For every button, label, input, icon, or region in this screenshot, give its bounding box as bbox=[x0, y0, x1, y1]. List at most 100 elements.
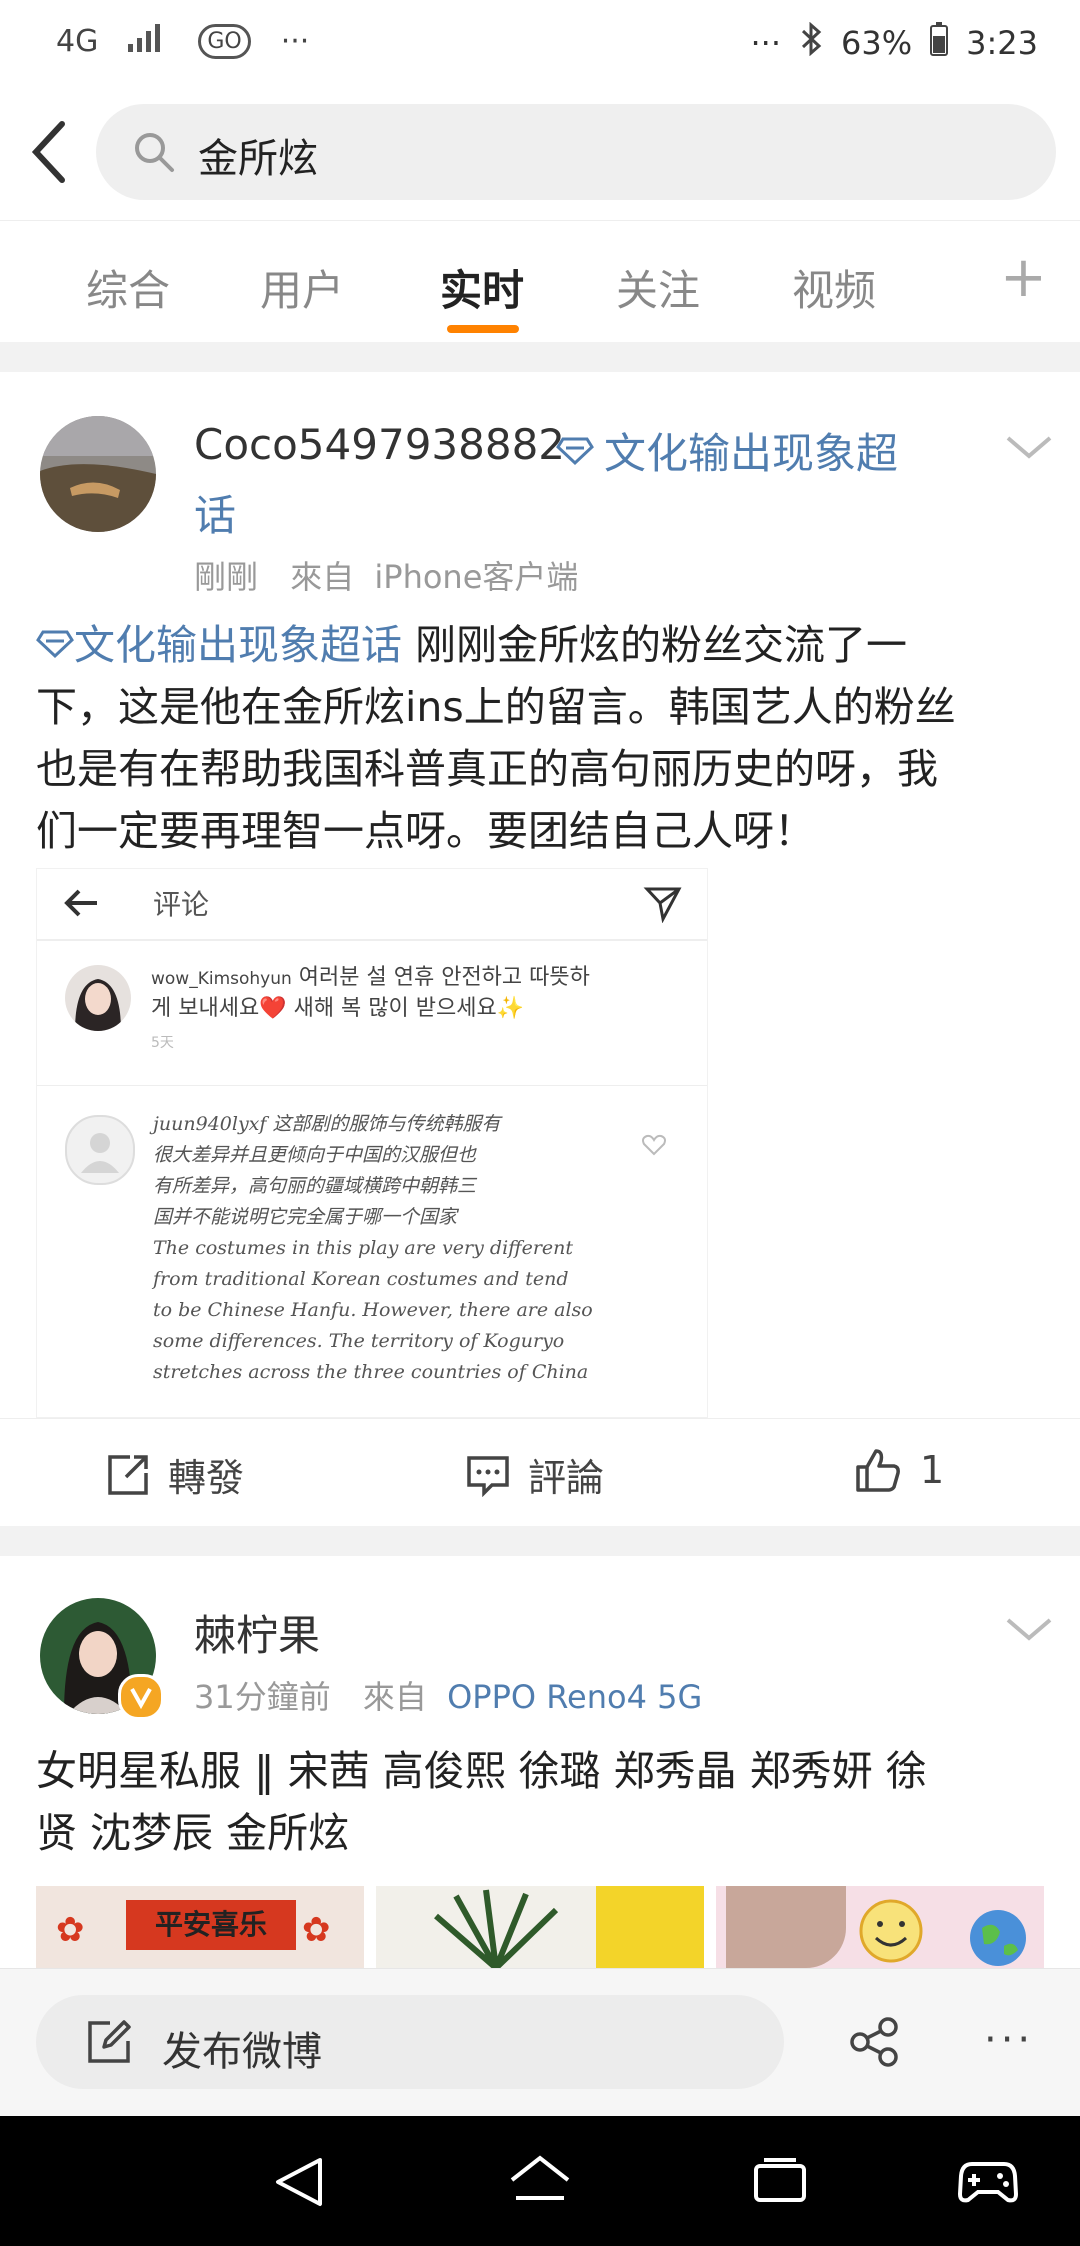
repost-button[interactable]: 轉發 bbox=[106, 1447, 244, 1502]
add-tab-icon[interactable]: + bbox=[1000, 245, 1047, 310]
flower-icon: ✿ bbox=[302, 1910, 331, 1950]
post-body-line: 女明星私服 ‖ 宋茜 高俊熙 徐璐 郑秀晶 郑秀妍 徐 bbox=[36, 1747, 927, 1795]
repost-label: 轉發 bbox=[168, 1456, 245, 1500]
comment-2-line: juun940lyxf 这部剧的服饰与传统韩服有 bbox=[153, 1113, 501, 1135]
search-query: 金所炫 bbox=[198, 136, 318, 182]
post-thumbnail[interactable]: 平安喜乐 ✿ ✿ bbox=[36, 1886, 364, 1968]
section-divider bbox=[0, 342, 1080, 372]
post-meta: 31分鐘前 來自 OPPO Reno4 5G bbox=[194, 1672, 702, 1718]
more-icon[interactable]: ··· bbox=[984, 2017, 1034, 2063]
clock: 3:23 bbox=[966, 24, 1038, 62]
back-arrow-icon bbox=[31, 121, 65, 183]
compose-bar: 发布微博 ··· bbox=[0, 1968, 1080, 2117]
nav-back-icon[interactable] bbox=[272, 2154, 328, 2214]
verified-badge bbox=[118, 1674, 164, 1720]
more-status-icon: ··· bbox=[750, 24, 782, 62]
game-controller-icon[interactable] bbox=[957, 2156, 1019, 2212]
avatar[interactable] bbox=[40, 416, 156, 532]
like-count: 1 bbox=[920, 1448, 945, 1492]
status-bar: 4G GO ··· ··· 63% 3:23 bbox=[0, 0, 1080, 92]
signal-icon bbox=[128, 22, 168, 60]
thumbnail-caption: 平安喜乐 bbox=[126, 1900, 296, 1950]
embed-back-icon bbox=[61, 885, 101, 925]
comment-2-line: some differences. The territory of Kogur… bbox=[153, 1330, 565, 1352]
network-indicator: 4G bbox=[56, 23, 99, 59]
body-topic-link[interactable]: 文化输出现象超话 bbox=[36, 621, 402, 669]
post-time: 31分鐘前 bbox=[194, 1678, 331, 1716]
tab-video[interactable]: 视频 bbox=[792, 257, 876, 318]
post-body-line: 文化输出现象超话 刚刚金所炫的粉丝交流了一 bbox=[36, 614, 1046, 676]
comment-1-user: wow_Kimsohyun bbox=[151, 969, 292, 989]
chevron-down-icon[interactable] bbox=[1004, 432, 1054, 462]
search-header: 金所炫 bbox=[0, 92, 1080, 220]
post-body-line: 下，这是他在金所炫ins上的留言。韩国艺人的粉丝 bbox=[36, 683, 956, 731]
body-text-segment: 刚刚金所炫的粉丝交流了一 bbox=[402, 621, 908, 669]
search-input[interactable]: 金所炫 bbox=[96, 104, 1056, 200]
smiley-icon bbox=[859, 1899, 923, 1963]
source-prefix: 來自 bbox=[290, 558, 355, 596]
tab-users[interactable]: 用户 bbox=[260, 257, 344, 318]
repost-icon bbox=[108, 1454, 148, 1495]
chevron-down-icon[interactable] bbox=[1004, 1614, 1054, 1644]
embed-send-icon bbox=[643, 883, 683, 927]
comment-2-line: to be Chinese Hanfu. However, there are … bbox=[153, 1299, 593, 1321]
globe-icon bbox=[970, 1910, 1026, 1966]
body-topic-text: 文化输出现象超话 bbox=[74, 621, 402, 669]
system-nav-bar bbox=[0, 2116, 1080, 2246]
comment-1-text-cont: 게 보내세요❤️ 새해 복 많이 받으세요✨ bbox=[151, 996, 525, 1021]
flower-icon: ✿ bbox=[56, 1910, 85, 1950]
post-topic-link[interactable]: 文化输出现象超 bbox=[556, 420, 898, 481]
default-avatar-icon bbox=[65, 1115, 135, 1185]
tab-bar: 综合 用户 实时 关注 视频 + bbox=[0, 220, 1080, 343]
nav-recents-icon[interactable] bbox=[752, 2156, 808, 2212]
compose-button[interactable]: 发布微博 bbox=[36, 1995, 784, 2089]
post-time: 剛剛 bbox=[194, 558, 259, 596]
tab-all[interactable]: 综合 bbox=[86, 257, 170, 318]
post-username[interactable]: 棘柠果 bbox=[194, 1602, 320, 1663]
compose-label: 发布微博 bbox=[162, 2029, 322, 2075]
post-image[interactable]: 评论 wow_Kimsohyun 여러분 설 연휴 안전하고 따뜻하 게 보내세… bbox=[36, 868, 708, 1418]
commenter-avatar bbox=[65, 965, 131, 1031]
comment-2-line: 国并不能说明它完全属于哪一个国家 bbox=[153, 1206, 458, 1228]
post-thumbnail[interactable] bbox=[716, 1886, 1044, 1968]
comment-2-line: 有所差异，高句丽的疆域横跨中朝韩三 bbox=[153, 1175, 477, 1197]
comment-1-text: 여러분 설 연휴 안전하고 따뜻하 bbox=[298, 965, 590, 990]
post-body-line: 贤 沈梦辰 金所炫 bbox=[36, 1809, 350, 1857]
back-button[interactable] bbox=[22, 112, 82, 192]
post-body: 文化输出现象超话 刚刚金所炫的粉丝交流了一 下，这是他在金所炫ins上的留言。韩… bbox=[36, 614, 1046, 862]
nav-home-icon[interactable] bbox=[508, 2154, 572, 2214]
comment-2: juun940lyxf 这部剧的服饰与传统韩服有 很大差异并且更倾向于中国的汉服… bbox=[153, 1109, 593, 1388]
post-body: 女明星私服 ‖ 宋茜 高俊熙 徐璐 郑秀晶 郑秀妍 徐 贤 沈梦辰 金所炫 bbox=[36, 1740, 1046, 1864]
tab-following[interactable]: 关注 bbox=[616, 257, 700, 318]
post-actions: 轉發 評論 1 bbox=[0, 1418, 1080, 1527]
battery-percent: 63% bbox=[841, 24, 913, 62]
tab-realtime[interactable]: 实时 bbox=[440, 257, 524, 318]
comment-2-line: from traditional Korean costumes and ten… bbox=[153, 1268, 569, 1290]
edit-icon bbox=[88, 2020, 131, 2063]
share-icon[interactable] bbox=[848, 2017, 902, 2071]
comment-button[interactable]: 評論 bbox=[466, 1447, 604, 1502]
topic-text-cont[interactable]: 话 bbox=[194, 482, 236, 543]
comment-divider bbox=[37, 1085, 707, 1086]
post-source: iPhone客户端 bbox=[374, 558, 579, 596]
diamond-icon bbox=[36, 630, 74, 659]
diamond-icon bbox=[556, 437, 594, 465]
post-source[interactable]: OPPO Reno4 5G bbox=[447, 1678, 702, 1716]
search-icon bbox=[132, 130, 176, 174]
active-tab-indicator bbox=[447, 325, 519, 333]
comment-1: wow_Kimsohyun 여러분 설 연휴 안전하고 따뜻하 게 보내세요❤️… bbox=[151, 963, 590, 1058]
comment-label: 評論 bbox=[528, 1456, 605, 1500]
post-username[interactable]: Coco5497938882 bbox=[194, 420, 565, 469]
status-right: ··· 63% 3:23 bbox=[750, 21, 1038, 64]
thumbnail-person bbox=[726, 1886, 846, 1968]
embed-divider bbox=[37, 939, 707, 941]
thumbnail-yellow-panel bbox=[596, 1886, 704, 1968]
battery-icon bbox=[930, 22, 949, 64]
like-button[interactable]: 1 bbox=[854, 1447, 944, 1493]
comment-2-line: The costumes in this play are very diffe… bbox=[153, 1237, 574, 1259]
thumbs-up-icon bbox=[856, 1449, 900, 1492]
comment-2-line: stretches across the three countries of … bbox=[153, 1361, 589, 1383]
post-body-line: 们一定要再理智一点呀。要团结自己人呀！ bbox=[36, 807, 815, 855]
post-thumbnail[interactable] bbox=[376, 1886, 704, 1968]
comment-1-time: 5天 bbox=[151, 1035, 174, 1051]
